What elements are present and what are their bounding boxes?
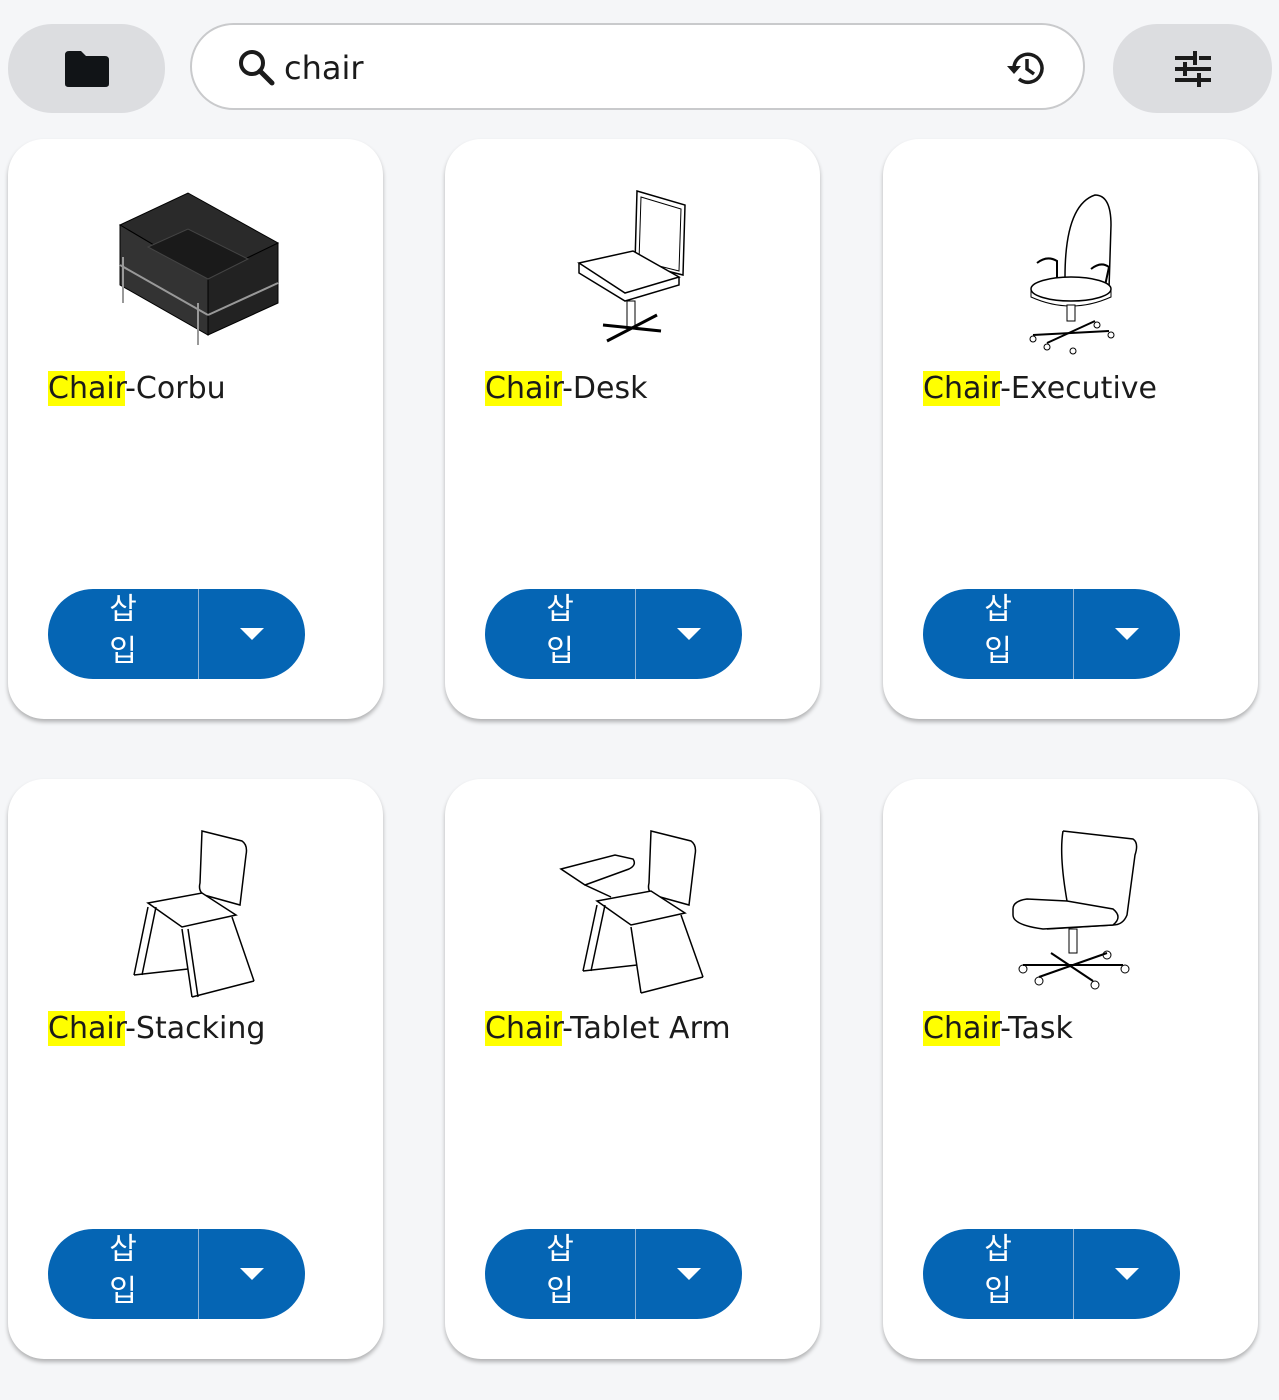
result-card[interactable]: Chair-Corbu 삽입 [8, 139, 383, 719]
match-highlight: Chair [923, 371, 1001, 406]
insert-button[interactable]: 삽입 [485, 589, 635, 679]
caret-down-icon [240, 1268, 264, 1280]
filter-button[interactable] [1113, 24, 1272, 113]
insert-button[interactable]: 삽입 [923, 1229, 1073, 1319]
tablet-arm-chair-image [559, 830, 704, 994]
insert-split-button: 삽입 [485, 1229, 742, 1319]
insert-options-dropdown[interactable] [1074, 589, 1180, 679]
folder-icon [64, 50, 109, 87]
stacking-chair-image [133, 830, 255, 998]
insert-button[interactable]: 삽입 [923, 589, 1073, 679]
card-title: Chair-Executive [923, 371, 1157, 406]
history-icon[interactable] [1005, 47, 1047, 89]
search-bar [190, 23, 1085, 110]
result-card[interactable]: Chair-Task 삽입 [883, 779, 1258, 1359]
card-title: Chair-Task [923, 1011, 1073, 1046]
tune-icon [1174, 50, 1211, 87]
insert-split-button: 삽입 [485, 589, 742, 679]
insert-button[interactable]: 삽입 [485, 1229, 635, 1319]
result-card[interactable]: Chair-Desk 삽입 [445, 139, 820, 719]
insert-options-dropdown[interactable] [636, 589, 742, 679]
result-card[interactable]: Chair-Executive 삽입 [883, 139, 1258, 719]
desk-chair-image [577, 190, 686, 343]
insert-split-button: 삽입 [923, 589, 1180, 679]
result-card[interactable]: Chair-Tablet Arm 삽입 [445, 779, 820, 1359]
insert-split-button: 삽입 [48, 589, 305, 679]
match-highlight: Chair [923, 1011, 1001, 1046]
folder-button[interactable] [8, 24, 165, 113]
match-highlight: Chair [485, 1011, 563, 1046]
insert-options-dropdown[interactable] [1074, 1229, 1180, 1319]
top-toolbar [0, 0, 1279, 130]
insert-button[interactable]: 삽입 [48, 589, 198, 679]
match-highlight: Chair [485, 371, 563, 406]
caret-down-icon [1115, 1268, 1139, 1280]
caret-down-icon [677, 1268, 701, 1280]
card-title: Chair-Corbu [48, 371, 226, 406]
caret-down-icon [677, 628, 701, 640]
insert-split-button: 삽입 [48, 1229, 305, 1319]
caret-down-icon [240, 628, 264, 640]
match-highlight: Chair [48, 1011, 126, 1046]
result-card[interactable]: Chair-Stacking 삽입 [8, 779, 383, 1359]
executive-chair-image [1029, 194, 1115, 355]
insert-split-button: 삽입 [923, 1229, 1180, 1319]
insert-options-dropdown[interactable] [199, 589, 305, 679]
corbu-chair-image [118, 192, 280, 345]
task-chair-image [1012, 830, 1138, 990]
insert-options-dropdown[interactable] [636, 1229, 742, 1319]
search-input[interactable] [284, 43, 1004, 93]
card-title: Chair-Tablet Arm [485, 1011, 731, 1046]
match-highlight: Chair [48, 371, 126, 406]
insert-options-dropdown[interactable] [199, 1229, 305, 1319]
card-title: Chair-Desk [485, 371, 648, 406]
search-icon [239, 50, 275, 86]
caret-down-icon [1115, 628, 1139, 640]
insert-button[interactable]: 삽입 [48, 1229, 198, 1319]
card-title: Chair-Stacking [48, 1011, 266, 1046]
